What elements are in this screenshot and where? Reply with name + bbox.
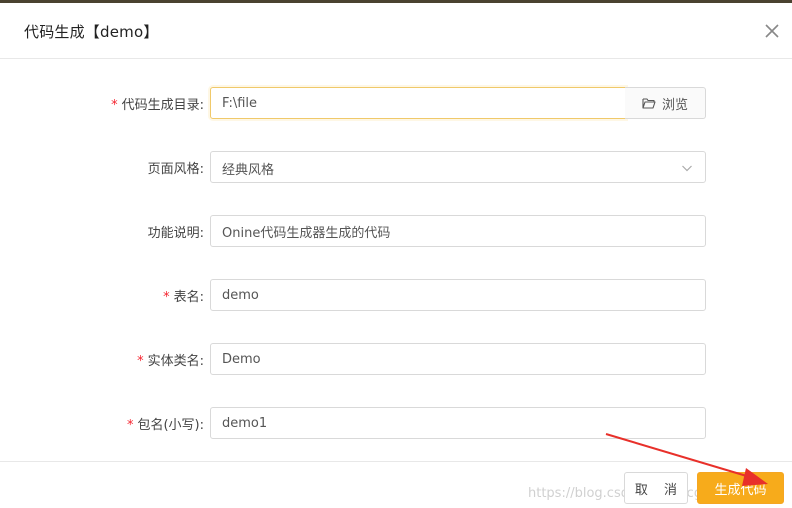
folder-open-icon bbox=[642, 98, 656, 109]
table-name-label-text: 表名: bbox=[173, 290, 204, 305]
dialog-header: 代码生成【demo】 bbox=[0, 3, 792, 59]
required-star: * bbox=[163, 290, 170, 305]
form-row-package-name: * 包名(小写): bbox=[0, 407, 792, 439]
dialog-title: 代码生成【demo】 bbox=[24, 23, 159, 41]
style-select-value: 经典风格 bbox=[222, 163, 275, 178]
generate-code-button[interactable]: 生成代码 bbox=[697, 472, 784, 504]
package-name-label-text: 包名(小写): bbox=[137, 418, 204, 433]
form-row-table-name: * 表名: bbox=[0, 279, 792, 311]
form-row-output-dir: *代码生成目录: 浏览 bbox=[0, 87, 792, 119]
cancel-button[interactable]: 取 消 bbox=[624, 472, 688, 504]
form-row-style: 页面风格: 经典风格 bbox=[0, 151, 792, 183]
chevron-down-icon bbox=[682, 165, 692, 172]
form-row-entity-name: * 实体类名: bbox=[0, 343, 792, 375]
close-icon bbox=[765, 24, 779, 38]
style-select[interactable]: 经典风格 bbox=[210, 151, 706, 183]
description-label: 功能说明: bbox=[147, 226, 204, 241]
browse-button-label: 浏览 bbox=[661, 97, 688, 113]
required-star: * bbox=[111, 98, 118, 113]
output-dir-input[interactable] bbox=[210, 87, 626, 119]
description-input[interactable] bbox=[210, 215, 706, 247]
table-name-label: * 表名: bbox=[163, 286, 204, 305]
entity-name-input[interactable] bbox=[210, 343, 706, 375]
package-name-label: * 包名(小写): bbox=[127, 414, 204, 433]
output-dir-label-text: 代码生成目录: bbox=[121, 98, 204, 113]
style-label: 页面风格: bbox=[147, 162, 204, 177]
close-button[interactable] bbox=[760, 19, 784, 43]
required-star: * bbox=[137, 354, 144, 369]
output-dir-label: * 代码生成目录: bbox=[111, 94, 204, 113]
package-name-input[interactable] bbox=[210, 407, 706, 439]
dialog-footer: https://blog.csdn.net/jeecg 取 消 生成代码 bbox=[0, 461, 792, 508]
table-name-input[interactable] bbox=[210, 279, 706, 311]
form-row-description: 功能说明: bbox=[0, 215, 792, 247]
required-star: * bbox=[126, 418, 134, 433]
browse-button[interactable]: 浏览 bbox=[625, 87, 706, 119]
entity-name-label: * 实体类名: bbox=[137, 350, 204, 369]
entity-name-label-text: 实体类名: bbox=[147, 354, 204, 369]
code-generation-dialog: 代码生成【demo】 *代码生成目录: 浏览 页面风格: 经典风格 功能说明: bbox=[0, 3, 792, 508]
